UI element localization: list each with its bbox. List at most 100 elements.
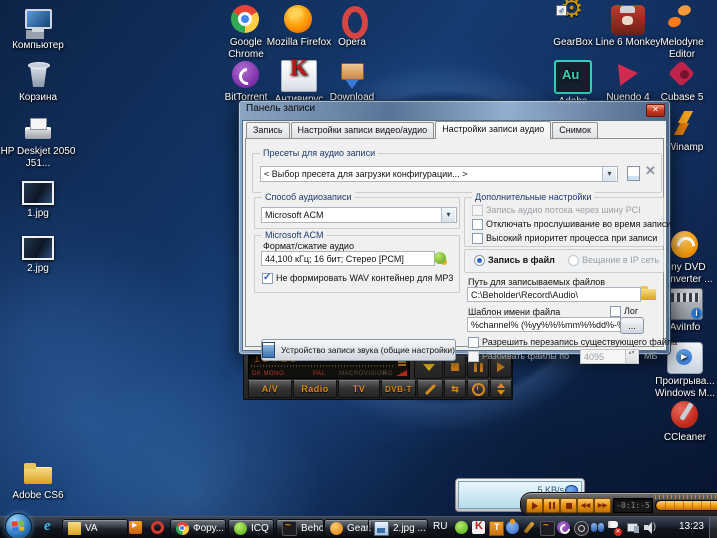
method-value: Microsoft ACM xyxy=(265,210,324,220)
acm-caption: Microsoft ACM xyxy=(262,230,327,240)
binoculars-tray-icon[interactable] xyxy=(591,521,604,534)
tab-record[interactable]: Запись xyxy=(246,122,290,138)
delete-preset-icon[interactable]: ✕ xyxy=(645,163,656,179)
taskbar-button-icq[interactable]: ICQ xyxy=(228,519,274,538)
record-to-file-label[interactable]: Запись в файл xyxy=(488,255,555,265)
taskbar-button-beholder[interactable]: Beho... xyxy=(276,519,324,538)
internet-explorer-icon[interactable]: e xyxy=(44,518,51,535)
taskbar-button-2jpg[interactable]: 2.jpg ... xyxy=(368,519,428,538)
timer-button[interactable] xyxy=(467,380,489,398)
kaspersky-tray-icon[interactable] xyxy=(472,520,485,534)
tuner-status-ro: RO xyxy=(383,371,393,377)
av-mode-button[interactable]: A/V xyxy=(248,380,292,398)
punto-tray-icon[interactable] xyxy=(489,521,504,536)
split-checkbox-label[interactable]: Разбивать файлы по xyxy=(482,351,569,361)
dvd-converter-icon xyxy=(668,230,702,260)
start-button[interactable] xyxy=(5,513,32,538)
sound-device-button[interactable]: Устройство записи звука (общие настройки… xyxy=(261,339,456,361)
template-more-button[interactable]: ... xyxy=(620,317,644,334)
player-pause-button[interactable] xyxy=(543,498,560,513)
priority-checkbox[interactable] xyxy=(472,233,483,244)
split-size-spinner[interactable]: 4095 xyxy=(580,349,639,364)
path-value: C:\Beholder\Record\Audio\ xyxy=(471,289,579,300)
path-field[interactable]: C:\Beholder\Record\Audio\ xyxy=(467,287,641,302)
audition-icon xyxy=(554,60,592,94)
taskbar-button-gearbox[interactable]: Gear... xyxy=(324,519,372,538)
status-circle-tray-icon[interactable] xyxy=(574,521,589,536)
language-indicator[interactable]: RU xyxy=(433,521,447,532)
volume-fill[interactable] xyxy=(656,501,717,510)
player-rewind-button[interactable]: ◀◀ xyxy=(577,498,594,513)
overwrite-checkbox-label[interactable]: Разрешить перезапись существующего файла xyxy=(482,337,677,347)
show-desktop-button[interactable] xyxy=(709,517,717,538)
pci-checkbox[interactable] xyxy=(472,205,483,216)
split-checkbox[interactable] xyxy=(468,351,479,362)
log-checkbox-label[interactable]: Лог xyxy=(624,306,638,316)
beholder-tray-icon[interactable] xyxy=(540,520,555,536)
icon-label: CCleaner xyxy=(663,432,707,443)
tuner-status-norm: PAL xyxy=(313,371,326,377)
mute-checkbox-label[interactable]: Отключать прослушивание во время записи xyxy=(486,219,671,229)
desktop-icon-recycle-bin[interactable]: Корзина xyxy=(0,60,76,104)
icq-tray-icon[interactable] xyxy=(455,521,468,534)
browse-folder-icon[interactable] xyxy=(641,286,656,300)
recording-panel-window: Панель записи ✕ Запись Настройки записи в… xyxy=(238,100,677,364)
priority-checkbox-label[interactable]: Высокий приоритет процесса при записи xyxy=(486,233,657,243)
desktop-icon-adobe-cs6[interactable]: Adobe CS6 xyxy=(0,458,76,502)
ip-broadcast-label[interactable]: Вещание в IP сеть xyxy=(582,255,659,265)
desktop-icon-opera[interactable]: Opera xyxy=(318,5,386,49)
wav-checkbox[interactable] xyxy=(262,272,273,284)
desktop-icon-cubase[interactable]: Cubase 5 xyxy=(648,60,716,104)
swap-button[interactable]: ⇆ xyxy=(444,380,466,398)
network-tray-icon[interactable] xyxy=(626,521,639,534)
template-field[interactable]: %channel% (%yy%%%mm%%dd%-%hh%%nn% xyxy=(467,317,621,332)
taskbar-clock[interactable]: 13:23 xyxy=(679,521,704,532)
desktop-icon-2jpg[interactable]: 2.jpg xyxy=(0,231,76,275)
log-checkbox[interactable] xyxy=(610,306,621,317)
method-caption: Способ аудиозаписи xyxy=(262,192,355,202)
close-button[interactable]: ✕ xyxy=(646,104,665,117)
save-preset-icon[interactable] xyxy=(627,166,640,181)
tab-snapshot[interactable]: Снимок xyxy=(552,122,598,138)
format-field[interactable]: 44,100 кГц; 16 бит; Стерео [PCM] xyxy=(261,251,435,266)
template-value: %channel% (%yy%%%mm%%dd%-%hh%%nn% xyxy=(471,319,620,330)
desktop-icon-melodyne[interactable]: Melodyne Editor xyxy=(648,5,716,61)
window-titlebar[interactable]: Панель записи ✕ xyxy=(239,101,670,119)
download-master-tray-icon[interactable] xyxy=(506,519,519,534)
computer-icon xyxy=(21,8,55,38)
bittorrent-tray-icon[interactable] xyxy=(557,521,570,534)
tab-video-audio-settings[interactable]: Настройки записи видео/аудио xyxy=(290,122,435,138)
preset-combobox[interactable]: < Выбор пресета для загрузки конфигураци… xyxy=(260,166,618,182)
desktop-icon-ccleaner[interactable]: CCleaner xyxy=(649,400,717,444)
tv-mode-button[interactable]: TV xyxy=(338,380,380,398)
wav-checkbox-label[interactable]: Не формировать WAV контейнер для MP3 xyxy=(276,273,453,283)
audio-method-combobox[interactable]: Microsoft ACM xyxy=(261,207,457,223)
pci-checkbox-label[interactable]: Запись аудио потока через шину PCI xyxy=(486,205,641,215)
desktop-icon-download[interactable]: Download xyxy=(318,60,386,104)
tuner-status-macrovision: MACROVISION xyxy=(339,371,388,377)
wmp-quicklaunch-icon[interactable] xyxy=(129,521,142,534)
dvbt-mode-button[interactable]: DVB-T xyxy=(381,380,416,398)
overwrite-checkbox[interactable] xyxy=(468,337,479,348)
record-to-file-radio[interactable] xyxy=(474,255,485,266)
settings-wrench-button[interactable] xyxy=(417,380,443,398)
radio-mode-button[interactable]: Radio xyxy=(293,380,337,398)
volume-tray-icon[interactable]: ) xyxy=(643,521,656,534)
pen-tray-icon[interactable] xyxy=(523,521,535,534)
channel-updown-button[interactable] xyxy=(490,380,512,398)
action-center-flag-icon[interactable] xyxy=(608,521,622,536)
taskbar-button-va[interactable]: VA xyxy=(62,519,128,538)
desktop-icon-1jpg[interactable]: 1.jpg xyxy=(0,176,76,220)
desktop-icon-hp-printer[interactable]: HP Deskjet 2050 J51... xyxy=(0,114,76,170)
desktop-icon-computer[interactable]: Компьютер xyxy=(0,8,76,52)
format-config-icon[interactable] xyxy=(434,252,446,264)
ip-broadcast-radio[interactable] xyxy=(568,255,579,266)
opera-quicklaunch-icon[interactable] xyxy=(151,521,164,534)
player-play-button[interactable] xyxy=(526,498,543,513)
taskbar-button-forum[interactable]: Фору... xyxy=(170,519,226,538)
volume-slider[interactable] xyxy=(655,500,717,511)
player-forward-button[interactable]: ▶▶ xyxy=(594,498,611,513)
tab-audio-settings[interactable]: Настройки записи аудио xyxy=(435,121,552,139)
player-stop-button[interactable] xyxy=(560,498,577,513)
mute-checkbox[interactable] xyxy=(472,219,483,230)
